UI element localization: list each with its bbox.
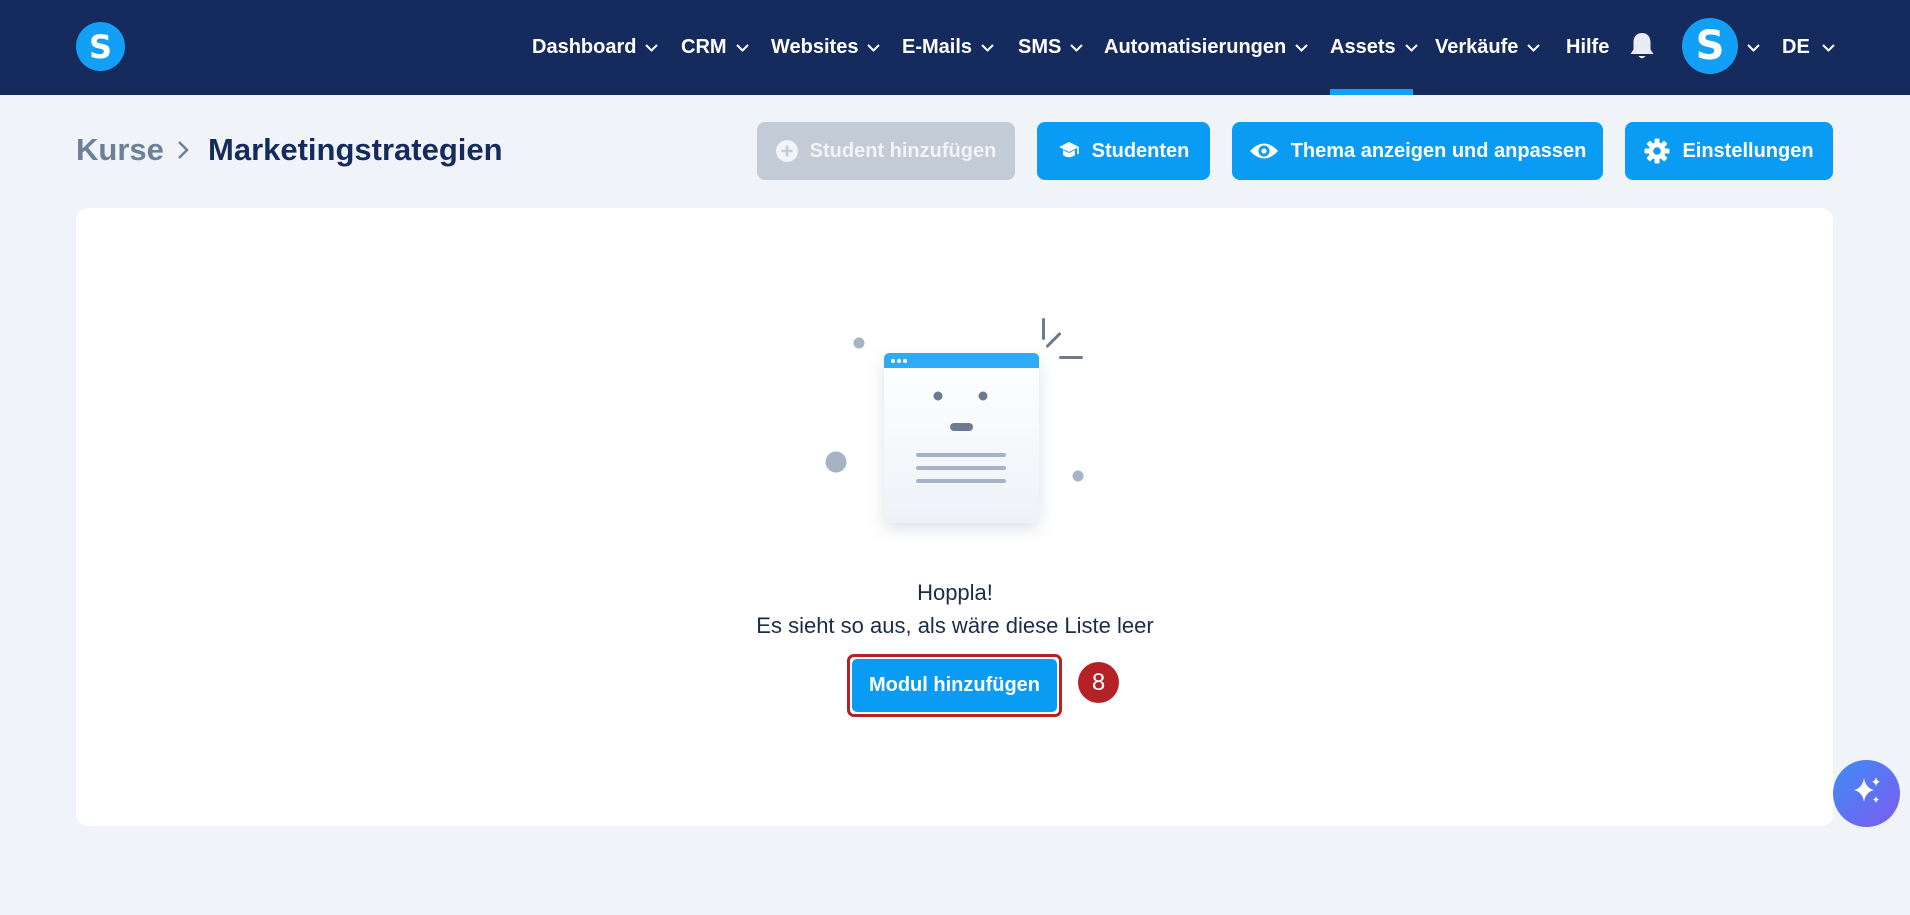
nav-item-websites[interactable]: Websites bbox=[771, 0, 881, 95]
chevron-down-icon bbox=[1295, 43, 1308, 52]
language-selector[interactable]: DE bbox=[1782, 0, 1835, 95]
chevron-down-icon bbox=[735, 43, 749, 52]
add-student-label: Student hinzufügen bbox=[809, 139, 997, 162]
nav-item-label: Assets bbox=[1330, 36, 1396, 58]
eye-icon bbox=[1249, 141, 1279, 161]
step-number-badge: 8 bbox=[1078, 662, 1119, 703]
language-label: DE bbox=[1782, 36, 1810, 58]
gear-icon bbox=[1644, 138, 1670, 164]
add-student-button[interactable]: Student hinzufügen bbox=[757, 122, 1015, 180]
add-module-button[interactable]: Modul hinzufügen bbox=[852, 659, 1057, 712]
chevron-down-icon bbox=[1822, 43, 1835, 52]
students-label: Studenten bbox=[1091, 139, 1190, 162]
logo-letter: S bbox=[88, 27, 113, 66]
plus-circle-icon bbox=[775, 140, 798, 162]
account-menu-toggle[interactable] bbox=[1747, 0, 1760, 95]
view-customize-theme-button[interactable]: Thema anzeigen und anpassen bbox=[1232, 122, 1603, 180]
ai-assistant-button[interactable] bbox=[1833, 760, 1900, 827]
nav-item-help[interactable]: Hilfe bbox=[1566, 0, 1609, 95]
chevron-right-icon bbox=[176, 139, 190, 166]
nav-item-dashboard[interactable]: Dashboard bbox=[532, 0, 659, 95]
nav-item-label: Verkäufe bbox=[1435, 36, 1519, 58]
theme-label: Thema anzeigen und anpassen bbox=[1290, 139, 1587, 162]
chevron-down-icon bbox=[645, 43, 659, 52]
chevron-down-icon bbox=[867, 43, 881, 52]
avatar[interactable]: S bbox=[1682, 18, 1738, 74]
settings-label: Einstellungen bbox=[1682, 139, 1814, 162]
chevron-down-icon bbox=[1527, 43, 1541, 52]
top-navigation: S Dashboard CRM Websites E-Mails SMS Aut… bbox=[0, 0, 1910, 95]
breadcrumb-root[interactable]: Kurse bbox=[76, 132, 164, 168]
nav-item-emails[interactable]: E-Mails bbox=[902, 0, 994, 95]
nav-item-label: Hilfe bbox=[1566, 36, 1610, 58]
nav-item-assets[interactable]: Assets bbox=[1330, 0, 1418, 95]
app-logo[interactable]: S bbox=[76, 22, 125, 71]
nav-item-label: E-Mails bbox=[902, 36, 973, 58]
sparkle-icon bbox=[1850, 774, 1884, 813]
empty-state-message: Es sieht so aus, als wäre diese Liste le… bbox=[756, 613, 1154, 638]
avatar-letter: S bbox=[1695, 23, 1725, 69]
settings-button[interactable]: Einstellungen bbox=[1625, 122, 1833, 180]
students-button[interactable]: Studenten bbox=[1037, 122, 1210, 180]
page-title: Marketingstrategien bbox=[208, 132, 503, 167]
chevron-down-icon bbox=[1747, 43, 1760, 52]
nav-item-label: Automatisierungen bbox=[1104, 36, 1287, 58]
bell-icon[interactable] bbox=[1629, 31, 1655, 61]
graduation-cap-icon bbox=[1058, 140, 1080, 162]
active-nav-indicator bbox=[1330, 89, 1413, 95]
nav-item-label: CRM bbox=[681, 36, 727, 58]
nav-item-label: Dashboard bbox=[532, 36, 637, 58]
nav-item-automations[interactable]: Automatisierungen bbox=[1104, 0, 1308, 95]
nav-item-sales[interactable]: Verkäufe bbox=[1435, 0, 1541, 95]
chevron-down-icon bbox=[1404, 43, 1418, 52]
chevron-down-icon bbox=[1070, 43, 1084, 52]
empty-state-title: Hoppla! bbox=[917, 580, 993, 605]
chevron-down-icon bbox=[981, 43, 994, 52]
nav-item-label: SMS bbox=[1018, 36, 1062, 58]
nav-item-label: Websites bbox=[771, 36, 859, 58]
empty-list-illustration bbox=[816, 310, 1096, 555]
nav-item-sms[interactable]: SMS bbox=[1018, 0, 1084, 95]
nav-item-crm[interactable]: CRM bbox=[681, 0, 749, 95]
